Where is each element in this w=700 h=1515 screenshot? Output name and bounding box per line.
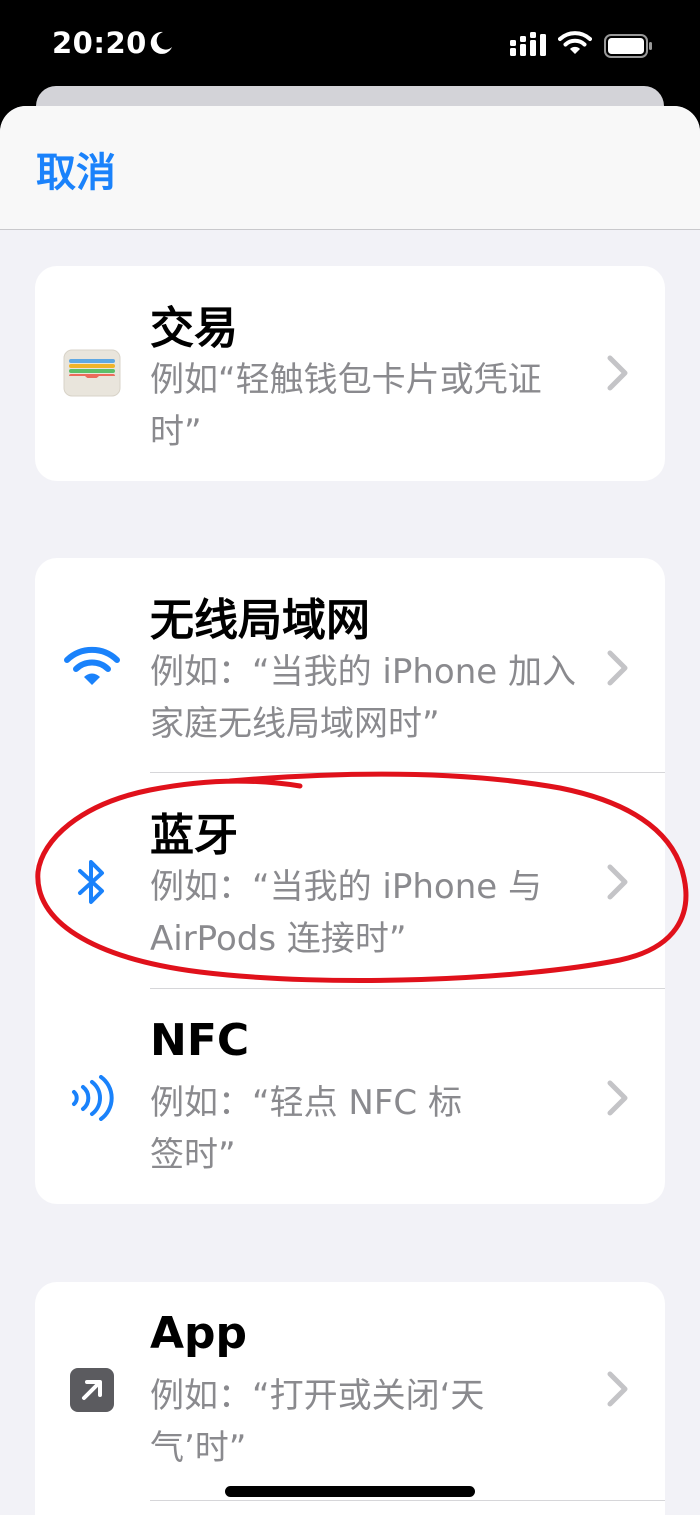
home-indicator <box>225 1486 475 1497</box>
chevron-right-icon <box>607 1371 628 1407</box>
chevron-right-icon <box>607 1080 628 1116</box>
app-arrow-icon <box>63 1361 121 1419</box>
group-transaction: 交易 例如“轻触钱包卡片或凭证时” <box>35 266 665 481</box>
wifi-icon <box>63 637 121 695</box>
status-time: 20:20 <box>52 26 147 60</box>
group-app: App 例如：“打开或关闭‘天气’时” <box>35 1282 665 1515</box>
chevron-right-icon <box>607 864 628 900</box>
row-wifi[interactable]: 无线局域网 例如：“当我的 iPhone 加入家庭无线局域网时” <box>35 558 665 773</box>
battery-icon <box>604 34 652 58</box>
row-subtitle: 例如：“轻点 NFC 标签时” <box>150 1083 462 1175</box>
group-connectivity: 无线局域网 例如：“当我的 iPhone 加入家庭无线局域网时” 蓝牙 例如：“… <box>35 558 665 1204</box>
moon-icon <box>150 31 172 54</box>
trigger-picker-sheet: 取消 交易 例如“轻触钱包卡片或凭证时” 无线局域网 例如：“当我的 iPhon… <box>0 106 700 1515</box>
nfc-icon <box>63 1069 121 1127</box>
bluetooth-icon <box>63 853 121 911</box>
row-subtitle: 例如：“当我的 iPhone 与 AirPods 连接时” <box>150 867 542 959</box>
row-app[interactable]: App 例如：“打开或关闭‘天气’时” <box>35 1282 665 1501</box>
wallet-icon <box>63 344 121 402</box>
row-title: NFC <box>150 1015 250 1066</box>
row-subtitle: 例如：“当我的 iPhone 加入家庭无线局域网时” <box>150 652 576 744</box>
row-separator <box>150 1500 665 1501</box>
row-title: 交易 <box>150 303 238 354</box>
row-subtitle: 例如：“打开或关闭‘天气’时” <box>150 1376 485 1468</box>
row-title: 蓝牙 <box>150 810 238 861</box>
row-title: 无线局域网 <box>150 595 370 646</box>
row-title: App <box>150 1308 248 1359</box>
row-subtitle: 例如“轻触钱包卡片或凭证时” <box>150 360 542 452</box>
cancel-button[interactable]: 取消 <box>36 140 116 198</box>
wifi-status-icon <box>558 31 592 54</box>
chevron-right-icon <box>607 650 628 686</box>
nav-bar: 取消 <box>0 106 700 230</box>
cell-signal-icon <box>510 32 546 56</box>
status-bar: 20:20 <box>0 0 700 92</box>
chevron-right-icon <box>607 355 628 391</box>
row-nfc[interactable]: NFC 例如：“轻点 NFC 标签时” <box>35 989 665 1204</box>
row-transaction[interactable]: 交易 例如“轻触钱包卡片或凭证时” <box>35 266 665 481</box>
row-bluetooth[interactable]: 蓝牙 例如：“当我的 iPhone 与 AirPods 连接时” <box>35 773 665 989</box>
